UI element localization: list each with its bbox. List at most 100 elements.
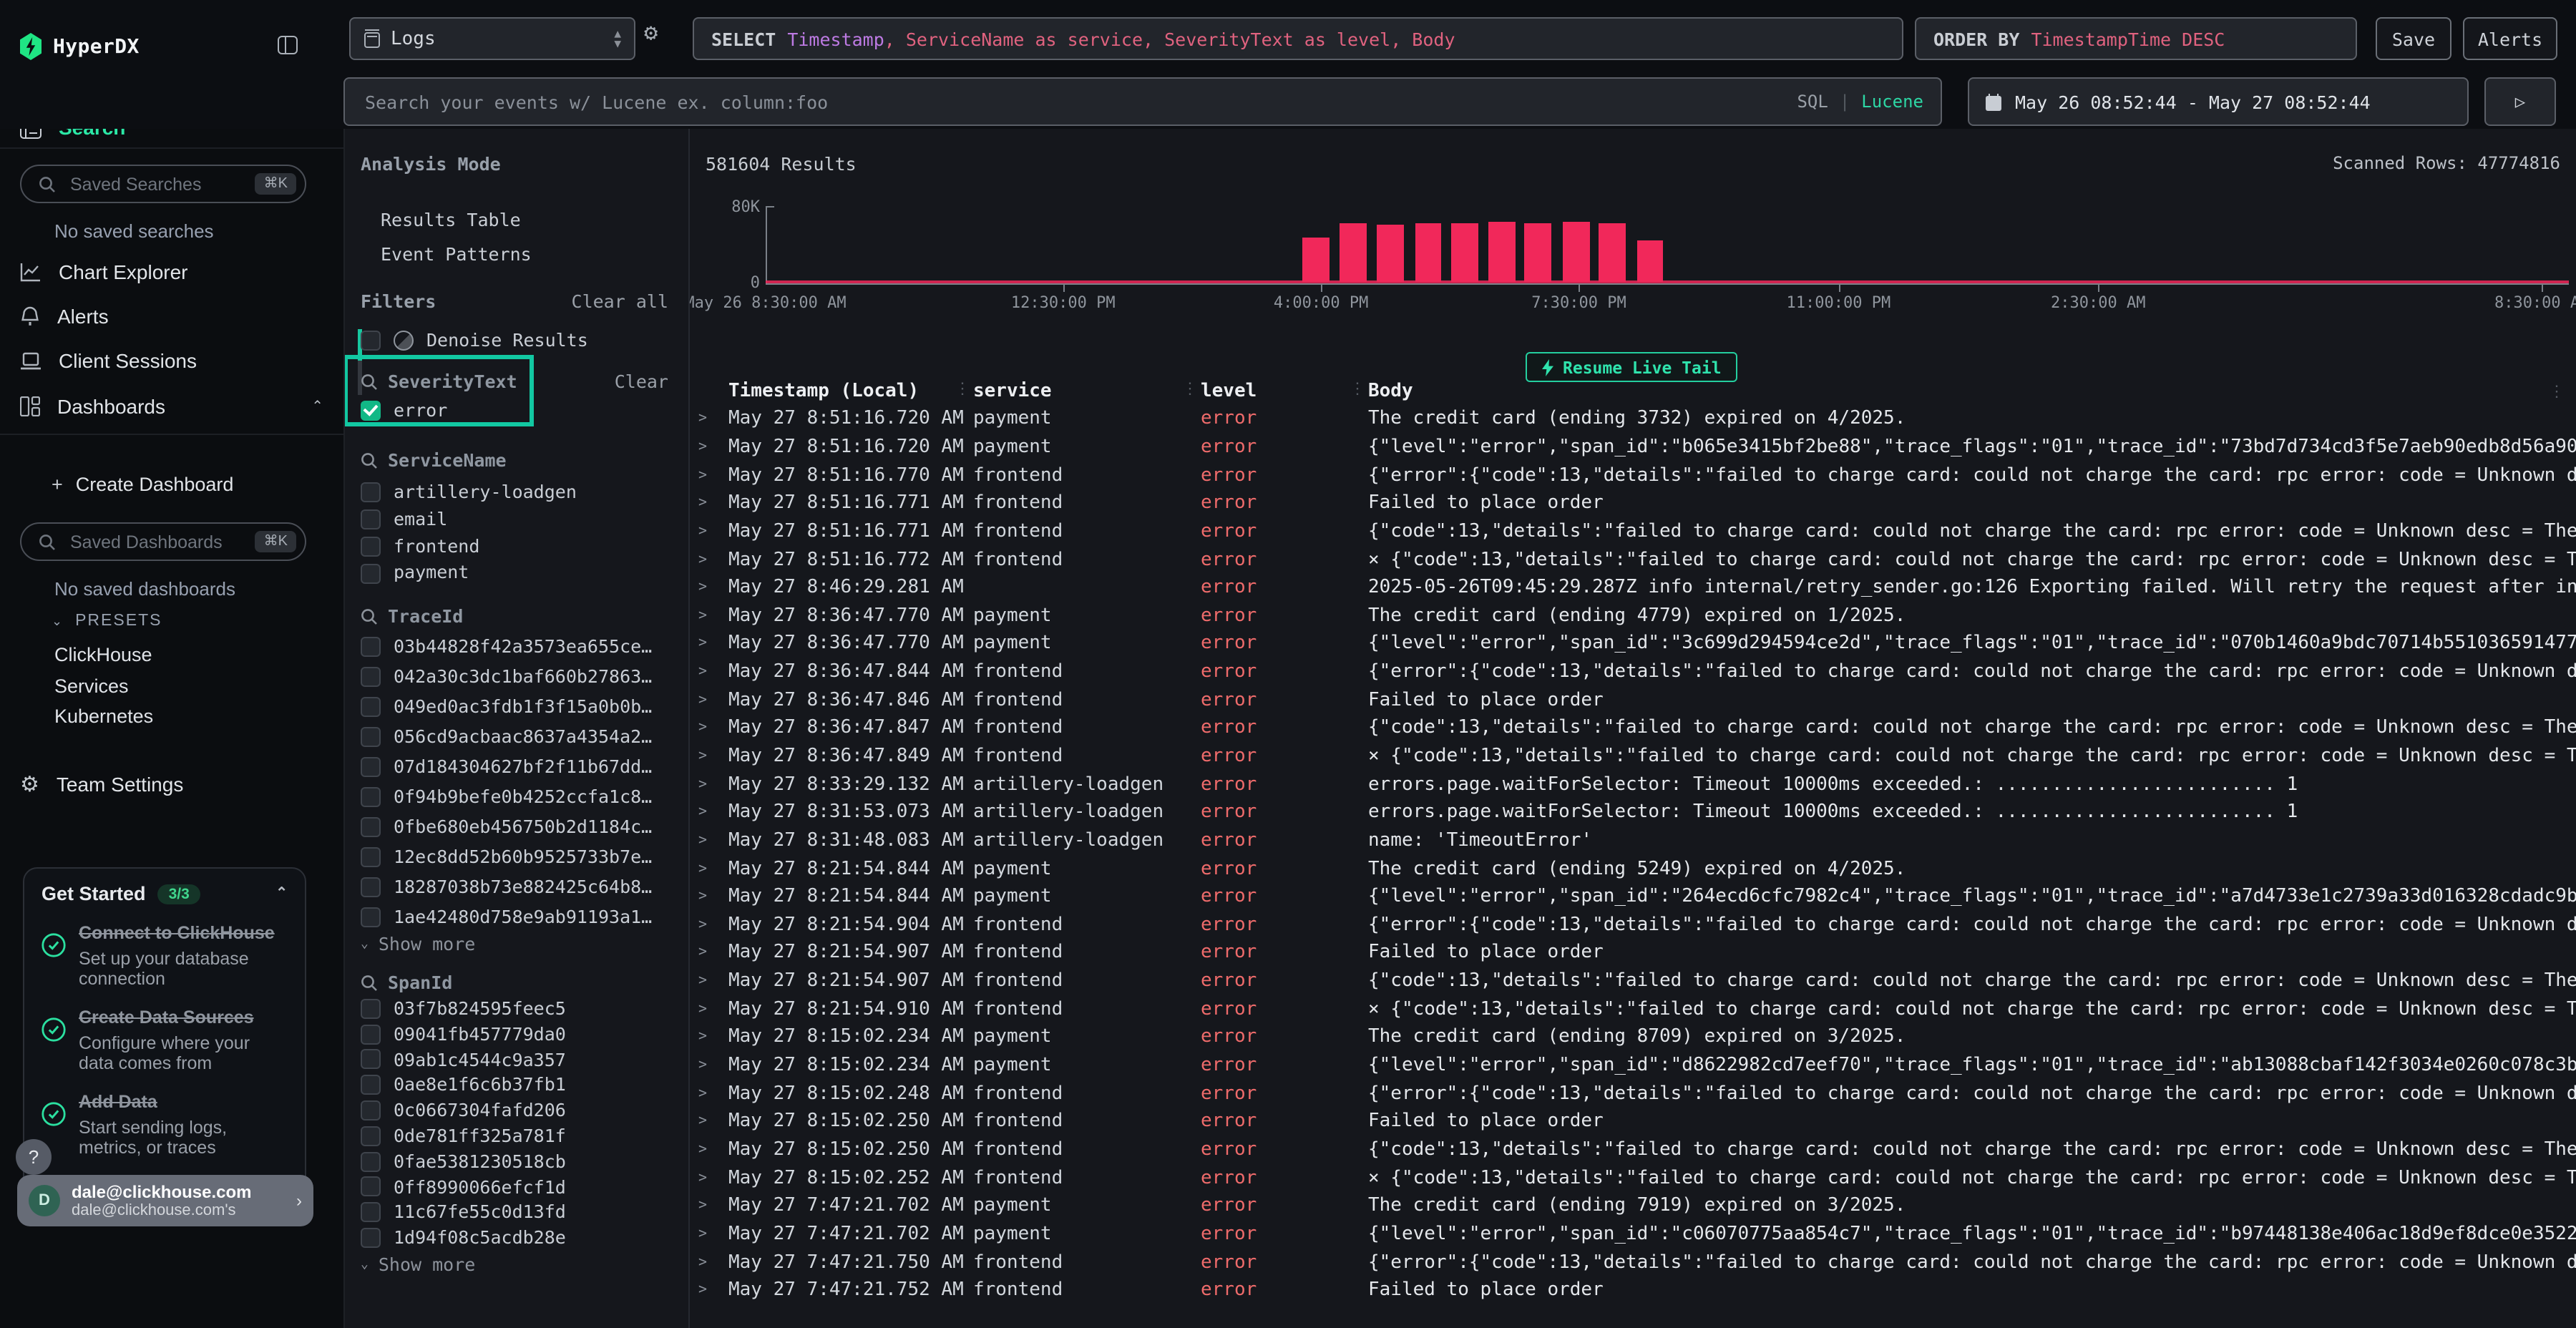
help-button[interactable]: ? xyxy=(16,1139,52,1175)
row-expand-chevron-icon[interactable]: > xyxy=(698,467,728,483)
filter-value-row[interactable]: artillery-loadgen xyxy=(361,479,677,507)
column-header-body[interactable]: Body⋮ xyxy=(1368,380,2576,401)
results-histogram[interactable]: 80K0May 26 8:30:00 AM12:30:00 PM4:00:00 … xyxy=(690,129,2576,315)
table-row[interactable]: >May 27 7:47:21.750 AMfrontenderror{"err… xyxy=(690,1248,2576,1276)
filter-value-row[interactable]: 03f7b824595feec5 xyxy=(361,996,677,1022)
checkbox-icon[interactable] xyxy=(361,816,381,836)
filter-value-row[interactable]: 0f94b9befe0b4252ccfa1c8… xyxy=(361,781,677,811)
column-menu-icon[interactable]: ⋮ xyxy=(2549,381,2565,400)
saved-searches-search[interactable]: ⌘K xyxy=(20,165,306,203)
column-drag-handle[interactable]: ⋮ xyxy=(1182,380,1198,397)
table-row[interactable]: >May 27 8:21:54.910 AMfrontenderror× {"c… xyxy=(690,995,2576,1023)
histogram-bar[interactable] xyxy=(1599,223,1626,283)
row-expand-chevron-icon[interactable]: > xyxy=(698,776,728,792)
row-expand-chevron-icon[interactable]: > xyxy=(698,861,728,877)
sidebar-collapse-icon[interactable] xyxy=(278,36,298,54)
logo[interactable]: HyperDX xyxy=(19,33,140,60)
filter-value-row[interactable]: 12ec8dd52b60b9525733b7e… xyxy=(361,841,677,872)
trace-group-header[interactable]: TraceId xyxy=(361,605,463,627)
row-expand-chevron-icon[interactable]: > xyxy=(698,495,728,511)
preset-services[interactable]: Services xyxy=(54,675,129,697)
get-started-step[interactable]: Connect to ClickHouse Set up your databa… xyxy=(42,920,288,989)
saved-dashboards-input[interactable] xyxy=(67,530,244,553)
table-row[interactable]: >May 27 8:36:47.844 AMfrontenderror{"err… xyxy=(690,658,2576,686)
row-expand-chevron-icon[interactable]: > xyxy=(698,1058,728,1073)
row-expand-chevron-icon[interactable]: > xyxy=(698,1030,728,1045)
filter-value-row[interactable]: 0fae5381230518cb xyxy=(361,1149,677,1175)
checkbox-icon[interactable] xyxy=(361,756,381,776)
filter-value-row[interactable]: 07d184304627bf2f11b67dd… xyxy=(361,751,677,781)
row-expand-chevron-icon[interactable]: > xyxy=(698,1085,728,1101)
get-started-step[interactable]: Add Data Start sending logs, metrics, or… xyxy=(42,1089,288,1158)
row-expand-chevron-icon[interactable]: > xyxy=(698,945,728,961)
mode-event-patterns[interactable]: Event Patterns xyxy=(381,243,532,265)
table-row[interactable]: >May 27 8:36:47.846 AMfrontenderrorFaile… xyxy=(690,686,2576,714)
checkbox-checked-icon[interactable] xyxy=(361,400,381,420)
date-range-picker[interactable]: May 26 08:52:44 - May 27 08:52:44 xyxy=(1968,77,2469,126)
row-expand-chevron-icon[interactable]: > xyxy=(698,1114,728,1130)
sidebar-item-dashboards[interactable]: Dashboards ⌃ xyxy=(20,395,323,418)
table-row[interactable]: >May 27 8:15:02.250 AMfrontenderrorFaile… xyxy=(690,1108,2576,1136)
get-started-step[interactable]: Create Data Sources Configure where your… xyxy=(42,1005,288,1073)
sidebar-item-team-settings[interactable]: ⚙ Team Settings xyxy=(20,771,183,797)
column-header-timestamp[interactable]: Timestamp (Local)⋮ xyxy=(728,380,973,401)
table-row[interactable]: >May 27 8:31:48.083 AMartillery-loadgene… xyxy=(690,826,2576,854)
chevron-up-icon[interactable]: ⌃ xyxy=(311,399,323,414)
row-expand-chevron-icon[interactable]: > xyxy=(698,1170,728,1186)
table-row[interactable]: >May 27 8:51:16.720 AMpaymenterror{"leve… xyxy=(690,433,2576,461)
lucene-mode-toggle[interactable]: Lucene xyxy=(1861,92,1923,112)
histogram-bar[interactable] xyxy=(1489,223,1516,283)
row-expand-chevron-icon[interactable]: > xyxy=(698,411,728,427)
row-expand-chevron-icon[interactable]: > xyxy=(698,439,728,455)
table-row[interactable]: >May 27 7:47:21.702 AMpaymenterror{"leve… xyxy=(690,1220,2576,1248)
table-row[interactable]: >May 27 8:36:47.847 AMfrontenderror{"cod… xyxy=(690,714,2576,742)
table-row[interactable]: >May 27 8:21:54.844 AMpaymenterrorThe cr… xyxy=(690,855,2576,883)
user-profile-chip[interactable]: D dale@clickhouse.com dale@clickhouse.co… xyxy=(17,1175,313,1226)
histogram-bar[interactable] xyxy=(1339,223,1366,283)
checkbox-icon[interactable] xyxy=(361,877,381,897)
search-input[interactable] xyxy=(362,89,1797,114)
chevron-up-icon[interactable]: ⌃ xyxy=(275,886,288,902)
checkbox-icon[interactable] xyxy=(361,330,381,350)
filter-value-row[interactable]: 03b44828f42a3573ea655ce… xyxy=(361,631,677,661)
filter-value-row[interactable]: 0fbe680eb456750b2d1184c… xyxy=(361,811,677,841)
filter-value-row[interactable]: 1ae42480d758e9ab91193a1… xyxy=(361,902,677,932)
filter-value-row[interactable]: frontend xyxy=(361,533,677,560)
checkbox-icon[interactable] xyxy=(361,696,381,716)
filter-value-row[interactable]: 0ff8990066efcf1d xyxy=(361,1174,677,1200)
saved-searches-input[interactable] xyxy=(67,172,244,195)
histogram-bar[interactable] xyxy=(1636,240,1664,283)
order-by-editor[interactable]: ORDER BY TimestampTime DESC xyxy=(1915,17,2357,60)
table-row[interactable]: >May 27 8:36:47.770 AMpaymenterror{"leve… xyxy=(690,630,2576,658)
table-row[interactable]: >May 27 8:36:47.849 AMfrontenderror× {"c… xyxy=(690,742,2576,770)
clear-all-link[interactable]: Clear all xyxy=(572,290,668,312)
preset-clickhouse[interactable]: ClickHouse xyxy=(54,644,152,665)
filter-value-row[interactable]: payment xyxy=(361,560,677,587)
preset-kubernetes[interactable]: Kubernetes xyxy=(54,706,153,727)
row-expand-chevron-icon[interactable]: > xyxy=(698,1142,728,1158)
table-row[interactable]: >May 27 8:36:47.770 AMpaymenterrorThe cr… xyxy=(690,602,2576,630)
service-group-header[interactable]: ServiceName xyxy=(361,449,507,471)
table-row[interactable]: >May 27 8:15:02.252 AMfrontenderror× {"c… xyxy=(690,1164,2576,1192)
row-expand-chevron-icon[interactable]: > xyxy=(698,1254,728,1270)
table-row[interactable]: >May 27 8:15:02.234 AMpaymenterrorThe cr… xyxy=(690,1023,2576,1051)
checkbox-icon[interactable] xyxy=(361,1177,381,1197)
checkbox-icon[interactable] xyxy=(361,537,381,557)
save-button[interactable]: Save xyxy=(2376,17,2451,60)
trace-show-more[interactable]: ⌄ Show more xyxy=(361,933,677,954)
filter-value-row[interactable]: email xyxy=(361,507,677,534)
source-select[interactable]: Logs ▲▼ xyxy=(349,17,635,60)
row-expand-chevron-icon[interactable]: > xyxy=(698,973,728,989)
row-expand-chevron-icon[interactable]: > xyxy=(698,889,728,904)
filter-value-row[interactable]: 1d94f08c5acdb28e xyxy=(361,1225,677,1251)
sql-mode-toggle[interactable]: SQL xyxy=(1797,92,1828,112)
span-show-more[interactable]: ⌄ Show more xyxy=(361,1254,677,1275)
table-row[interactable]: >May 27 7:47:21.702 AMpaymenterrorThe cr… xyxy=(690,1192,2576,1220)
row-expand-chevron-icon[interactable]: > xyxy=(698,833,728,849)
checkbox-icon[interactable] xyxy=(361,1075,381,1095)
table-row[interactable]: >May 27 8:46:29.281 AMerror2025-05-26T09… xyxy=(690,574,2576,602)
table-row[interactable]: >May 27 8:21:54.904 AMfrontenderror{"err… xyxy=(690,911,2576,939)
mode-results-table[interactable]: Results Table xyxy=(381,209,521,230)
row-expand-chevron-icon[interactable]: > xyxy=(698,721,728,736)
table-row[interactable]: >May 27 8:51:16.772 AMfrontenderror× {"c… xyxy=(690,545,2576,573)
